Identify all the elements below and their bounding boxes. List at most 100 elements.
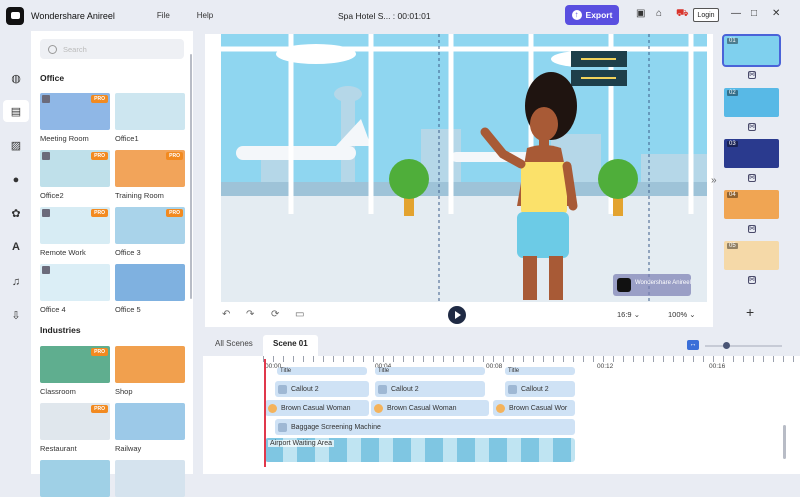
- character-icon: [268, 403, 277, 413]
- callout-clip[interactable]: Callout 2: [505, 381, 575, 397]
- card-label: Shop: [115, 387, 133, 396]
- scene-thumbnail[interactable]: 02: [724, 88, 779, 117]
- loop-icon[interactable]: ⟳: [271, 310, 279, 320]
- pro-badge: PRO: [166, 209, 183, 217]
- library-card[interactable]: Shop: [115, 346, 185, 396]
- record-icon[interactable]: ▭: [295, 310, 304, 320]
- menu-help[interactable]: Help: [197, 11, 213, 20]
- library-card[interactable]: Office 4: [40, 264, 110, 314]
- callout-clip[interactable]: Callout 2: [375, 381, 485, 397]
- library-card[interactable]: PRO Office2: [40, 150, 110, 200]
- select-checkbox-icon[interactable]: [42, 95, 50, 103]
- library-card[interactable]: PRO Remote Work: [40, 207, 110, 257]
- library-scrollbar[interactable]: [190, 54, 192, 299]
- scene-library-icon[interactable]: ▤: [3, 100, 29, 122]
- library-card[interactable]: [40, 460, 110, 497]
- cart-icon[interactable]: ⛟: [676, 9, 689, 19]
- timeline-scrollbar[interactable]: [783, 425, 786, 459]
- import-icon[interactable]: ⇩: [9, 308, 23, 322]
- undo-icon[interactable]: ↶: [222, 310, 230, 320]
- add-scene-button[interactable]: +: [746, 304, 754, 320]
- card-thumbnail: [40, 460, 110, 497]
- document-title: Spa Hotel S... : 00:01:01: [338, 11, 431, 21]
- select-checkbox-icon[interactable]: [42, 266, 50, 274]
- slider-thumb[interactable]: [723, 342, 730, 349]
- home-icon[interactable]: ⌂: [656, 9, 662, 19]
- transition-icon[interactable]: ⋈: [748, 71, 756, 79]
- save-icon[interactable]: ▣: [636, 9, 645, 19]
- transition-icon[interactable]: ⋈: [748, 276, 756, 284]
- transition-icon[interactable]: ⋈: [748, 174, 756, 182]
- expand-scenes-icon[interactable]: »: [711, 175, 717, 186]
- playhead[interactable]: [264, 359, 266, 467]
- login-button[interactable]: Login: [693, 8, 719, 22]
- play-button[interactable]: [448, 306, 466, 324]
- pro-badge: PRO: [91, 405, 108, 413]
- library-card[interactable]: PRO Meeting Room: [40, 93, 110, 143]
- minimize-icon[interactable]: —: [731, 9, 741, 19]
- library-card[interactable]: Railway: [115, 403, 185, 453]
- tab-all-scenes[interactable]: All Scenes: [215, 339, 253, 348]
- title-clip[interactable]: Title: [277, 367, 367, 375]
- library-card[interactable]: PRO Office 3: [115, 207, 185, 257]
- card-thumbnail: [40, 264, 110, 301]
- card-label: Office1: [115, 134, 139, 143]
- library-card[interactable]: Office 5: [115, 264, 185, 314]
- select-checkbox-icon[interactable]: [42, 152, 50, 160]
- card-label: Remote Work: [40, 248, 86, 257]
- menu-file[interactable]: File: [157, 11, 170, 20]
- palette-icon[interactable]: ◍: [9, 71, 23, 85]
- title-clip[interactable]: Title: [505, 367, 575, 375]
- object-clip[interactable]: Baggage Screening Machine: [275, 419, 575, 435]
- title-clip[interactable]: Title: [375, 367, 485, 375]
- scene-thumbnail[interactable]: 01: [722, 34, 781, 67]
- transition-icon[interactable]: ⋈: [748, 225, 756, 233]
- scene-thumbnail[interactable]: 05: [724, 241, 779, 270]
- zoom-select[interactable]: 100% ⌄: [668, 310, 696, 319]
- callout-icon: [278, 384, 287, 394]
- aspect-ratio-select[interactable]: 16:9 ⌄: [617, 310, 640, 319]
- card-thumbnail: PRO: [115, 207, 185, 244]
- pro-badge: PRO: [91, 209, 108, 217]
- fit-timeline-icon[interactable]: ↔: [687, 340, 699, 350]
- character-clip[interactable]: Brown Casual Woman: [371, 400, 489, 416]
- library-card[interactable]: PRO Training Room: [115, 150, 185, 200]
- library-card[interactable]: PRO Classroom: [40, 346, 110, 396]
- background-clip[interactable]: Airport Waiting Area: [265, 438, 575, 462]
- tool-rail: ◍ ▤ ▨ ● ✿ A ♫ ⇩: [0, 31, 31, 474]
- callout-icon: [378, 384, 387, 394]
- card-thumbnail: PRO: [40, 403, 110, 440]
- callout-clip[interactable]: Callout 2: [275, 381, 369, 397]
- card-label: Classroom: [40, 387, 76, 396]
- app-logo: [6, 6, 24, 25]
- card-thumbnail: [115, 346, 185, 383]
- search-box[interactable]: Search: [40, 39, 184, 59]
- pro-badge: PRO: [91, 152, 108, 160]
- background-pattern-icon[interactable]: ▨: [9, 138, 23, 152]
- transition-icon[interactable]: ⋈: [748, 123, 756, 131]
- tab-scene-01[interactable]: Scene 01: [263, 335, 318, 356]
- scene-canvas[interactable]: Wondershare Anireel: [221, 34, 707, 302]
- section-title-office: Office: [40, 73, 65, 83]
- scene-thumbnail[interactable]: 04: [724, 190, 779, 219]
- character-icon[interactable]: ●: [9, 173, 23, 187]
- library-card[interactable]: PRO Restaurant: [40, 403, 110, 453]
- select-checkbox-icon[interactable]: [42, 209, 50, 217]
- close-icon[interactable]: ✕: [772, 9, 780, 19]
- export-icon: ↑: [571, 10, 582, 20]
- text-icon[interactable]: A: [9, 240, 23, 254]
- character-clip[interactable]: Brown Casual Woman: [265, 400, 369, 416]
- timeline-zoom-slider[interactable]: [705, 342, 782, 349]
- preview-panel: Wondershare Anireel ↶ ↷ ⟳ ▭ 16:9 ⌄ 100% …: [205, 34, 713, 327]
- library-card[interactable]: [115, 460, 185, 497]
- music-icon[interactable]: ♫: [9, 275, 23, 289]
- card-label: Office 5: [115, 305, 141, 314]
- props-icon[interactable]: ✿: [9, 206, 23, 220]
- scene-thumbnail[interactable]: 03: [724, 139, 779, 168]
- maximize-icon[interactable]: □: [751, 9, 757, 19]
- card-label: Office 3: [115, 248, 141, 257]
- export-button[interactable]: ↑ Export: [565, 5, 619, 25]
- redo-icon[interactable]: ↷: [246, 310, 254, 320]
- character-clip[interactable]: Brown Casual Wor: [493, 400, 575, 416]
- library-card[interactable]: Office1: [115, 93, 185, 143]
